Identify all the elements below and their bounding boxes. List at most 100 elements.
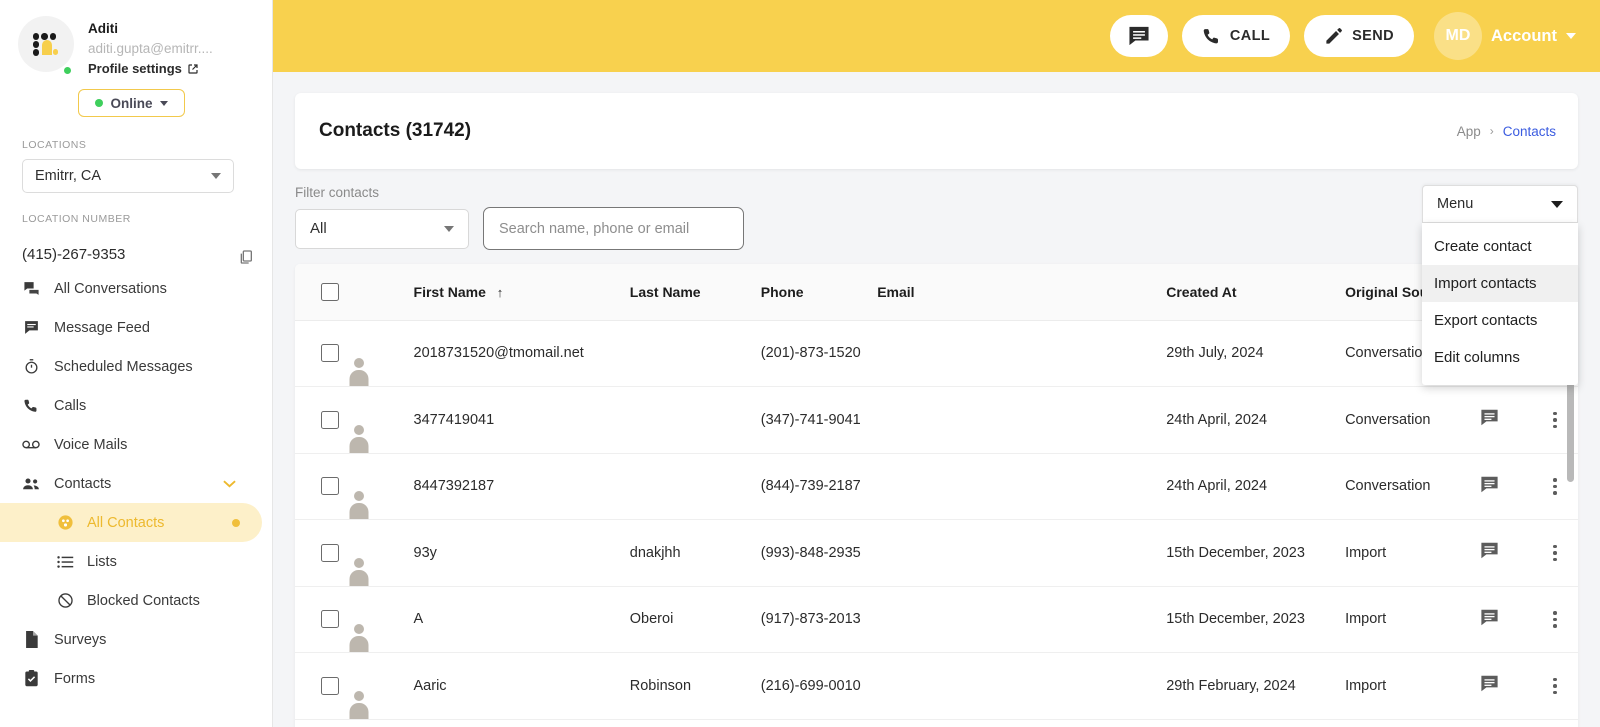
sidebar-item-forms[interactable]: Forms bbox=[0, 659, 272, 698]
row-checkbox[interactable] bbox=[321, 610, 339, 629]
message-icon[interactable] bbox=[1480, 675, 1499, 692]
phone-icon bbox=[1203, 28, 1218, 43]
online-status-dot bbox=[62, 65, 73, 76]
block-icon bbox=[56, 592, 74, 610]
external-link-icon bbox=[188, 64, 198, 74]
sidebar-item-surveys[interactable]: Surveys bbox=[0, 620, 272, 659]
table-head: First Name ↑ Last Name Phone Email Creat… bbox=[295, 264, 1578, 321]
chevron-down-icon bbox=[159, 100, 168, 106]
breadcrumb: App › Contacts bbox=[1457, 124, 1556, 139]
cell-email bbox=[877, 387, 1166, 454]
cell-last-name bbox=[630, 453, 761, 520]
breadcrumb-contacts[interactable]: Contacts bbox=[1503, 124, 1556, 139]
sidebar-item-all-conversations[interactable]: All Conversations bbox=[0, 269, 272, 308]
message-icon[interactable] bbox=[1480, 609, 1499, 626]
row-checkbox[interactable] bbox=[321, 344, 339, 363]
location-number: (415)-267-9353 bbox=[22, 246, 126, 263]
sort-ascending-icon: ↑ bbox=[496, 284, 504, 300]
table-row[interactable]: Aaric Robinson (216)-699-0010 29th Febru… bbox=[295, 653, 1578, 719]
row-more-menu-icon[interactable] bbox=[1532, 544, 1578, 561]
copy-icon[interactable] bbox=[238, 249, 254, 265]
message-icon[interactable] bbox=[1480, 476, 1499, 493]
chevron-down-icon bbox=[1566, 33, 1576, 39]
locations-label: LOCATIONS bbox=[22, 139, 87, 151]
send-button[interactable]: SEND bbox=[1304, 15, 1414, 57]
column-header-email[interactable]: Email bbox=[877, 264, 1167, 321]
sidebar-item-blocked-contacts[interactable]: Blocked Contacts bbox=[0, 581, 272, 620]
message-icon[interactable] bbox=[1480, 542, 1499, 559]
status-selector[interactable]: Online bbox=[78, 89, 185, 117]
cell-email bbox=[877, 453, 1166, 520]
list-icon bbox=[56, 553, 74, 571]
filter-label: Filter contacts bbox=[295, 185, 380, 200]
table-row[interactable]: 3477419041 (347)-741-9041 24th April, 20… bbox=[295, 387, 1578, 454]
table-row[interactable]: 2018731520@tmomail.net (201)-873-1520 29… bbox=[295, 320, 1578, 387]
chevron-down-icon bbox=[211, 173, 221, 179]
cell-email bbox=[877, 586, 1166, 653]
column-header-created-at[interactable]: Created At bbox=[1166, 264, 1346, 321]
cell-email bbox=[877, 320, 1166, 387]
table-row[interactable]: 8447392187 (844)-739-2187 24th April, 20… bbox=[295, 453, 1578, 520]
notification-dot bbox=[232, 518, 240, 527]
cell-last-name: Oberoi bbox=[629, 611, 674, 628]
call-button[interactable]: CALL bbox=[1181, 15, 1291, 57]
send-button-label: SEND bbox=[1352, 28, 1394, 44]
sidebar-item-label: Calls bbox=[54, 397, 87, 414]
location-select[interactable]: Emitrr, CA bbox=[22, 159, 234, 193]
sidebar-item-label: All Conversations bbox=[54, 280, 167, 297]
table-row[interactable]: 93y dnakjhh (993)-848-2935 15th December… bbox=[295, 520, 1578, 586]
sidebar-item-label: Forms bbox=[54, 670, 96, 687]
profile-email: aditi.gupta@emitrr.... bbox=[88, 41, 213, 56]
select-all-checkbox[interactable] bbox=[321, 282, 339, 301]
row-more-menu-icon[interactable] bbox=[1532, 611, 1578, 628]
table-body: 2018731520@tmomail.net (201)-873-1520 29… bbox=[295, 320, 1578, 719]
cell-original-source: Import bbox=[1345, 677, 1387, 694]
cell-first-name: 8447392187 bbox=[413, 478, 495, 495]
cell-phone: (917)-873-2013 bbox=[760, 611, 861, 628]
sidebar-item-scheduled-messages[interactable]: Scheduled Messages bbox=[0, 347, 272, 386]
row-checkbox[interactable] bbox=[321, 543, 339, 562]
message-icon[interactable] bbox=[1480, 409, 1499, 426]
voicemail-icon bbox=[22, 436, 40, 454]
location-number-row: (415)-267-9353 bbox=[0, 245, 272, 265]
chat-button[interactable] bbox=[1109, 15, 1168, 57]
sidebar-item-label: Lists bbox=[87, 553, 117, 570]
cell-last-name: dnakjhh bbox=[629, 544, 681, 561]
location-value: Emitrr, CA bbox=[35, 168, 102, 184]
account-menu[interactable]: MD Account bbox=[1434, 12, 1576, 60]
column-label: First Name bbox=[413, 283, 486, 300]
phone-icon bbox=[22, 397, 40, 415]
menu-trigger-label: Menu bbox=[1437, 196, 1474, 212]
cell-first-name: 3477419041 bbox=[413, 411, 495, 428]
row-checkbox[interactable] bbox=[321, 477, 339, 496]
sidebar-item-lists[interactable]: Lists bbox=[0, 542, 272, 581]
menu-item-import-contacts[interactable]: Import contacts bbox=[1422, 265, 1578, 302]
location-number-label: LOCATION NUMBER bbox=[22, 213, 131, 225]
filter-select[interactable]: All bbox=[295, 208, 469, 249]
search-input[interactable] bbox=[483, 207, 744, 250]
menu-item-export-contacts[interactable]: Export contacts bbox=[1422, 302, 1578, 339]
row-more-menu-icon[interactable] bbox=[1532, 677, 1578, 694]
sidebar-item-label: Blocked Contacts bbox=[87, 592, 200, 609]
sidebar-item-calls[interactable]: Calls bbox=[0, 386, 272, 425]
menu-item-edit-columns[interactable]: Edit columns bbox=[1422, 339, 1578, 376]
menu-trigger-button[interactable]: Menu bbox=[1422, 185, 1578, 223]
row-checkbox[interactable] bbox=[321, 676, 339, 695]
table-row[interactable]: A Oberoi (917)-873-2013 15th December, 2… bbox=[295, 586, 1578, 653]
cell-last-name: Robinson bbox=[629, 677, 692, 694]
profile-settings-link[interactable]: Profile settings bbox=[88, 59, 213, 79]
column-header-last-name[interactable]: Last Name bbox=[629, 264, 761, 321]
status-label: Online bbox=[110, 95, 153, 111]
menu-item-create-contact[interactable]: Create contact bbox=[1422, 228, 1578, 265]
column-header-phone[interactable]: Phone bbox=[760, 264, 878, 321]
row-checkbox[interactable] bbox=[321, 410, 339, 429]
sidebar-item-voice-mails[interactable]: Voice Mails bbox=[0, 425, 272, 464]
sidebar-item-all-contacts[interactable]: All Contacts bbox=[0, 503, 262, 542]
breadcrumb-app[interactable]: App bbox=[1457, 124, 1481, 139]
cell-original-source: Import bbox=[1345, 611, 1387, 628]
sidebar-item-message-feed[interactable]: Message Feed bbox=[0, 308, 272, 347]
chevron-down-icon[interactable] bbox=[223, 480, 236, 488]
column-header-first-name[interactable]: First Name ↑ bbox=[413, 264, 630, 321]
cell-phone: (993)-848-2935 bbox=[760, 544, 861, 561]
sidebar-item-contacts[interactable]: Contacts bbox=[0, 464, 272, 503]
